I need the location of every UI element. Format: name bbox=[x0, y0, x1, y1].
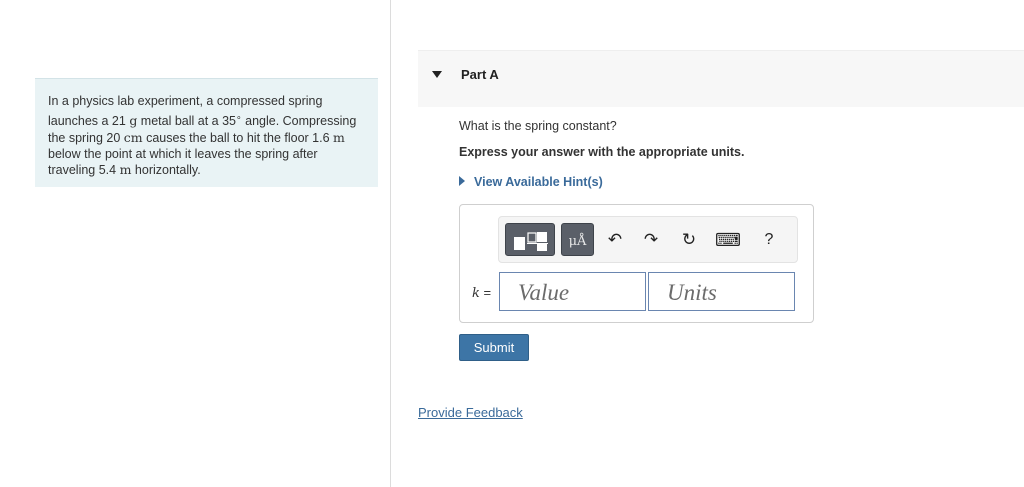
problem-text-2: metal ball at a 35 bbox=[137, 114, 236, 129]
submit-button[interactable]: Submit bbox=[459, 334, 529, 361]
templates-button[interactable] bbox=[505, 223, 555, 256]
help-button[interactable]: ? bbox=[755, 225, 783, 255]
expand-triangle-icon bbox=[459, 176, 465, 186]
part-a-header[interactable]: Part A bbox=[418, 50, 1024, 107]
equals-sign: = bbox=[479, 285, 492, 300]
units-button[interactable]: μÅ bbox=[561, 223, 594, 256]
value-input[interactable]: Value bbox=[499, 272, 646, 311]
problem-text-4: causes the ball to hit the floor 1.6 bbox=[142, 130, 334, 145]
reset-icon[interactable]: ↻ bbox=[675, 225, 703, 255]
problem-text-6: horizontally. bbox=[131, 162, 201, 177]
templates-icon bbox=[514, 232, 548, 251]
answer-instructions: Express your answer with the appropriate… bbox=[459, 145, 745, 159]
math-toolbar: μÅ ↶ ↷ ↻ ⌨ ? bbox=[498, 216, 798, 263]
distance-unit: m bbox=[119, 161, 132, 177]
keyboard-icon[interactable]: ⌨ bbox=[714, 225, 742, 255]
view-hints-link[interactable]: View Available Hint(s) bbox=[459, 175, 603, 189]
height-unit: m bbox=[333, 129, 345, 145]
undo-icon[interactable]: ↶ bbox=[601, 225, 629, 255]
part-title: Part A bbox=[461, 67, 499, 82]
variable-label: k = bbox=[472, 285, 491, 301]
variable-symbol: k bbox=[472, 286, 480, 301]
answer-panel: μÅ ↶ ↷ ↻ ⌨ ? k = Value Units bbox=[459, 204, 814, 323]
redo-icon[interactable]: ↷ bbox=[637, 225, 665, 255]
collapse-caret-icon[interactable] bbox=[432, 71, 442, 78]
compress-unit: cm bbox=[123, 129, 143, 145]
problem-pane: In a physics lab experiment, a compresse… bbox=[0, 0, 391, 487]
problem-statement: In a physics lab experiment, a compresse… bbox=[35, 78, 378, 187]
question-text: What is the spring constant? bbox=[459, 119, 617, 133]
units-input[interactable]: Units bbox=[648, 272, 795, 311]
provide-feedback-link[interactable]: Provide Feedback bbox=[418, 405, 523, 420]
hints-label: View Available Hint(s) bbox=[474, 175, 603, 189]
